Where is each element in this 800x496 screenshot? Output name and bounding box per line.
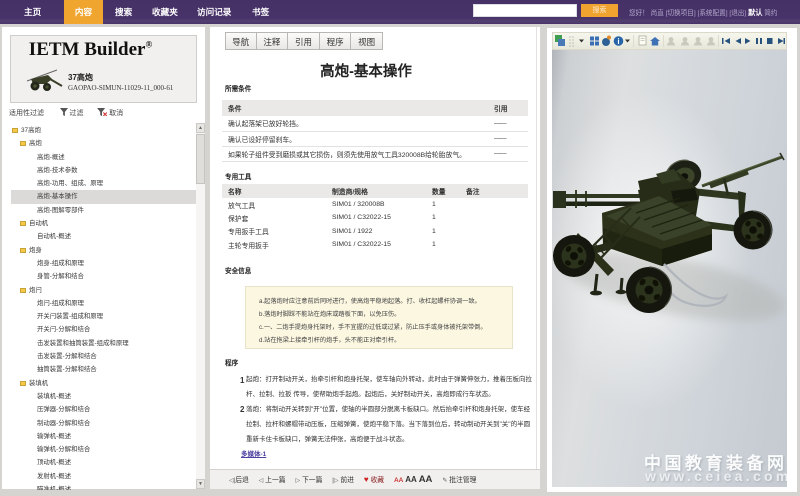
- svg-text:i: i: [617, 37, 619, 46]
